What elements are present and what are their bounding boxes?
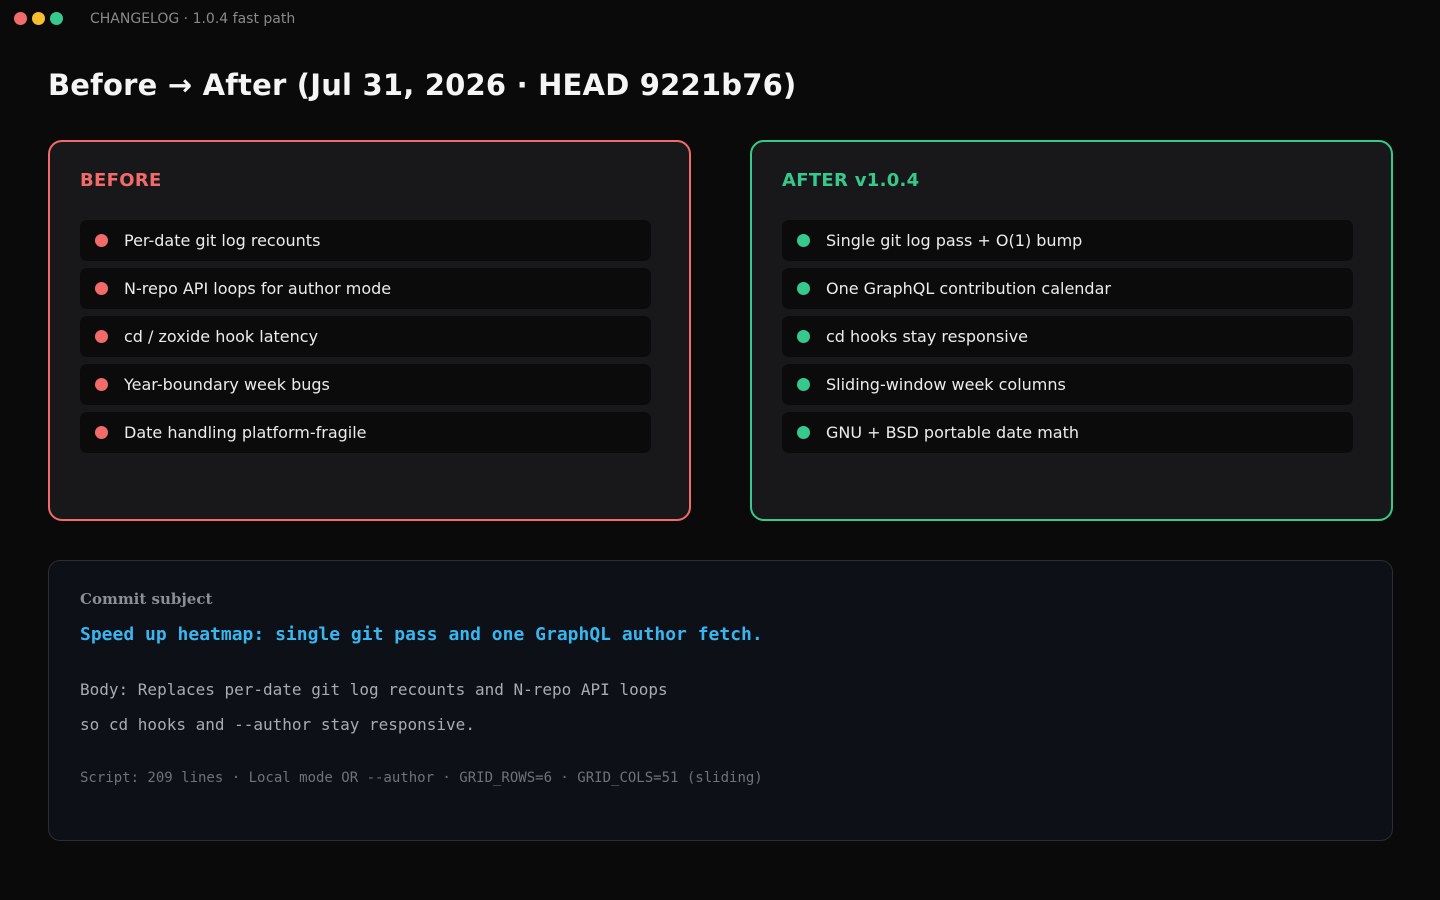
before-item-list: Per-date git log recounts N-repo API loop… (80, 220, 651, 460)
before-list-item: N-repo API loops for author mode (80, 268, 651, 309)
after-item-text: Sliding-window week columns (826, 375, 1066, 394)
after-bullet-icon (797, 378, 810, 391)
commit-body-line: Body: Replaces per-date git log recounts… (80, 680, 668, 699)
before-list-item: Per-date git log recounts (80, 220, 651, 261)
after-bullet-icon (797, 330, 810, 343)
after-bullet-icon (797, 426, 810, 439)
after-panel-label: AFTER v1.0.4 (782, 170, 920, 191)
before-item-text: N-repo API loops for author mode (124, 279, 392, 298)
title-bar: CHANGELOG · 1.0.4 fast path (0, 0, 1440, 38)
before-list-item: Year-boundary week bugs (80, 364, 651, 405)
commit-script-meta: Script: 209 lines · Local mode OR --auth… (80, 770, 763, 786)
after-item-text: GNU + BSD portable date math (826, 423, 1080, 442)
after-list-item: One GraphQL contribution calendar (782, 268, 1353, 309)
commit-subject: Speed up heatmap: single git pass and on… (80, 624, 763, 645)
before-panel-label: BEFORE (80, 170, 162, 191)
after-panel: AFTER v1.0.4 Single git log pass + O(1) … (750, 140, 1393, 521)
after-list-item: Single git log pass + O(1) bump (782, 220, 1353, 261)
before-list-item: Date handling platform-fragile (80, 412, 651, 453)
after-list-item: Sliding-window week columns (782, 364, 1353, 405)
commit-body-line: so cd hooks and --author stay responsive… (80, 715, 475, 734)
commit-subject-heading: Commit subject (80, 590, 213, 608)
before-bullet-icon (95, 330, 108, 343)
after-item-text: One GraphQL contribution calendar (826, 279, 1111, 298)
before-item-text: Year-boundary week bugs (124, 375, 330, 394)
commit-message-box: Commit subject Speed up heatmap: single … (48, 560, 1393, 841)
after-item-text: cd hooks stay responsive (826, 327, 1028, 346)
before-item-text: Date handling platform-fragile (124, 423, 367, 442)
before-bullet-icon (95, 234, 108, 247)
before-bullet-icon (95, 282, 108, 295)
before-bullet-icon (95, 378, 108, 391)
maximize-button[interactable] (50, 12, 63, 25)
after-list-item: GNU + BSD portable date math (782, 412, 1353, 453)
after-item-list: Single git log pass + O(1) bump One Graph… (782, 220, 1353, 460)
before-list-item: cd / zoxide hook latency (80, 316, 651, 357)
after-list-item: cd hooks stay responsive (782, 316, 1353, 357)
minimize-button[interactable] (32, 12, 45, 25)
close-button[interactable] (14, 12, 27, 25)
page-title: Before → After (Jul 31, 2026 · HEAD 9221… (48, 68, 797, 102)
window-title: CHANGELOG · 1.0.4 fast path (90, 11, 296, 27)
after-bullet-icon (797, 234, 810, 247)
after-item-text: Single git log pass + O(1) bump (826, 231, 1083, 250)
before-item-text: Per-date git log recounts (124, 231, 321, 250)
before-item-text: cd / zoxide hook latency (124, 327, 319, 346)
before-panel: BEFORE Per-date git log recounts N-repo A… (48, 140, 691, 521)
after-bullet-icon (797, 282, 810, 295)
before-bullet-icon (95, 426, 108, 439)
